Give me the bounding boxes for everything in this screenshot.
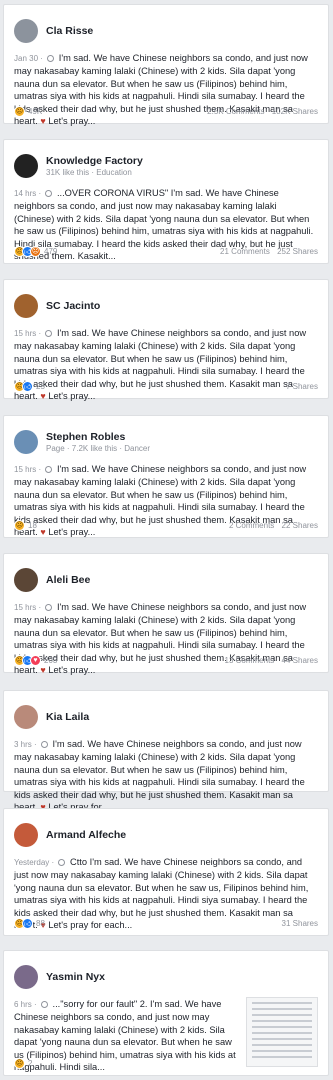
post-card: Yasmin Nyx 6 hrs · ..."sorry for our fau… [3, 950, 329, 1076]
post-time[interactable]: 14 hrs [14, 189, 36, 198]
reaction-count[interactable]: 49K [28, 107, 42, 116]
comments-count[interactable]: 2.5K Comments [207, 107, 264, 116]
author-name[interactable]: Knowledge Factory [46, 155, 143, 168]
reactions[interactable]: ☹ [14, 105, 25, 117]
reaction-count[interactable]: 2 [28, 1059, 32, 1068]
post-time[interactable]: Jan 30 [14, 54, 38, 63]
post-time[interactable]: 15 hrs [14, 603, 36, 612]
post-feed: Cla Risse Jan 30 · I'm sad. We have Chin… [0, 0, 333, 1080]
globe-icon [40, 741, 48, 748]
like-reaction-icon: 👍︎ [22, 380, 33, 392]
avatar[interactable] [14, 430, 38, 454]
avatar[interactable] [14, 568, 38, 592]
avatar[interactable] [14, 294, 38, 318]
author-name[interactable]: Aleli Bee [46, 574, 90, 587]
shares-count[interactable]: 252 Shares [277, 247, 318, 256]
shares-count[interactable]: 31 Shares [282, 919, 318, 928]
author-name[interactable]: SC Jacinto [46, 300, 100, 313]
reaction-count[interactable]: 18 [28, 521, 37, 530]
reaction-count[interactable]: 88 [36, 919, 45, 928]
globe-icon [45, 330, 53, 337]
avatar[interactable] [14, 154, 38, 178]
post-time[interactable]: Yesterday [14, 858, 49, 867]
reaction-count[interactable]: 25 [36, 382, 45, 391]
post-text-block: 3 hrs · I'm sad. We have Chinese neighbo… [4, 734, 328, 813]
avatar[interactable] [14, 965, 38, 989]
shares-count[interactable]: 7 Shares [286, 382, 318, 391]
comments-count[interactable]: 2 Comments [229, 521, 274, 530]
author-name[interactable]: Kia Laila [46, 711, 89, 724]
reactions[interactable]: ☹ [14, 519, 25, 531]
sad-reaction-icon: ☹ [14, 1057, 25, 1069]
reactions[interactable]: ☹ [14, 1057, 25, 1069]
post-card: Cla Risse Jan 30 · I'm sad. We have Chin… [3, 4, 329, 126]
comments-count[interactable]: 21 Comments [220, 247, 270, 256]
shares-count[interactable]: 44 Shares [282, 656, 318, 665]
post-card: SC Jacinto 15 hrs · I'm sad. We have Chi… [3, 279, 329, 401]
sad-reaction-icon: ☹ [14, 105, 25, 117]
reactions[interactable]: ☹ 👍︎ ♥ [14, 654, 41, 666]
post-time[interactable]: 6 hrs [14, 1000, 32, 1009]
globe-icon [58, 859, 66, 866]
comments-count[interactable]: 13 Comments [225, 656, 275, 665]
love-reaction-icon: ♥ [30, 654, 41, 666]
post-card: Kia Laila 3 hrs · I'm sad. We have Chine… [3, 690, 329, 812]
like-reaction-icon: 👍︎ [22, 917, 33, 929]
avatar[interactable] [14, 19, 38, 43]
reaction-count[interactable]: 479 [44, 247, 57, 256]
post-time[interactable]: 15 hrs [14, 329, 36, 338]
reactions[interactable]: ☹ 👍︎ ☹ [14, 245, 41, 257]
angry-reaction-icon: ☹ [30, 245, 41, 257]
author-name[interactable]: Cla Risse [46, 25, 93, 38]
author-name[interactable]: Stephen Robles [46, 431, 150, 444]
avatar[interactable] [14, 705, 38, 729]
avatar[interactable] [14, 823, 38, 847]
shares-count[interactable]: 22 Shares [282, 521, 318, 530]
globe-icon [45, 604, 53, 611]
post-card: Aleli Bee 15 hrs · I'm sad. We have Chin… [3, 553, 329, 675]
author-name[interactable]: Armand Alfeche [46, 829, 126, 842]
post-card: Stephen Robles Page · 7.2K like this · D… [3, 415, 329, 538]
post-time[interactable]: 15 hrs [14, 465, 36, 474]
page-info: 31K like this · Education [46, 167, 132, 177]
post-card: Armand Alfeche Yesterday · Ctto I'm sad.… [3, 808, 329, 936]
reaction-count[interactable]: 203 [44, 656, 57, 665]
globe-icon [45, 190, 53, 197]
globe-icon [47, 55, 55, 62]
reactions[interactable]: ☹ 👍︎ [14, 380, 33, 392]
post-time[interactable]: 3 hrs [14, 740, 32, 749]
author-name[interactable]: Yasmin Nyx [46, 971, 105, 984]
globe-icon [45, 466, 53, 473]
reactions[interactable]: ☹ 👍︎ [14, 917, 33, 929]
page-info: Page · 7.2K like this · Dancer [46, 443, 151, 453]
post-card: Knowledge Factory 31K like this · Educat… [3, 139, 329, 264]
globe-icon [40, 1001, 48, 1008]
shares-count[interactable]: 102K Shares [272, 107, 318, 116]
sad-reaction-icon: ☹ [14, 519, 25, 531]
